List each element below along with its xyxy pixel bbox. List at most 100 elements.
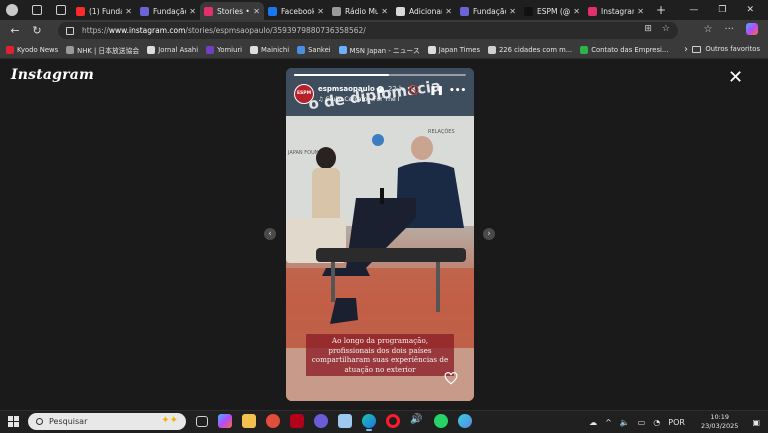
notepad-icon[interactable] [338, 414, 352, 428]
story-music[interactable]: ♫ Giulio Cercato · For The I [318, 96, 402, 103]
bookmark-favicon-icon [338, 45, 347, 54]
tab-title: Facebook [281, 6, 315, 16]
wifi-icon[interactable]: ◔ [653, 418, 660, 427]
previous-story-icon[interactable]: ‹ [264, 228, 276, 240]
tab-close-icon[interactable]: ✕ [637, 7, 644, 16]
tab-close-icon[interactable]: ✕ [573, 7, 580, 16]
like-heart-icon[interactable] [444, 372, 458, 385]
bookmark-label: 226 cidades com m... [498, 45, 573, 54]
tab-close-icon[interactable]: ✕ [445, 7, 452, 16]
favorite-star-icon[interactable]: ☆ [662, 24, 670, 34]
volume-app-icon[interactable]: 🔊 [410, 414, 424, 428]
bookmark-item[interactable]: Contato das Empresi... [580, 45, 669, 54]
browser-tab[interactable]: Stories • Insta✕ [200, 2, 264, 20]
maximize-icon[interactable]: ❐ [718, 5, 726, 15]
tab-actions-icon[interactable] [56, 5, 66, 15]
tab-list: (1) Fundação✕Fundação✕Stories • Insta✕Fa… [72, 0, 648, 20]
close-story-icon[interactable]: ✕ [728, 69, 743, 87]
new-tab-icon[interactable]: + [656, 3, 666, 17]
window-close-icon[interactable]: ✕ [746, 5, 754, 15]
bookmark-item[interactable]: Sankei [297, 45, 331, 54]
copilot-app-icon[interactable] [218, 414, 232, 428]
speaker-icon[interactable]: 🔈 [620, 418, 630, 427]
favorites-icon[interactable]: ☆ [703, 24, 712, 35]
bookmark-label: MSN Japan - ニュース [349, 46, 420, 55]
mute-icon[interactable]: 🔇 [408, 86, 419, 96]
app-available-icon[interactable]: ⊞ [644, 24, 652, 34]
tray-overflow-icon[interactable]: ^ [605, 418, 612, 427]
bookmark-item[interactable]: Mainichi [250, 45, 289, 54]
bookmark-item[interactable]: Kyodo News [6, 45, 58, 54]
story-progress-fill [294, 74, 389, 76]
story-card[interactable]: o de diplomacia RELAÇÕES JAPAN FOUN ESPM… [286, 68, 474, 401]
tab-close-icon[interactable]: ✕ [189, 7, 196, 16]
weather-icon[interactable]: ☁ [589, 418, 597, 427]
bookmark-favicon-icon [6, 45, 14, 54]
bookmark-item[interactable]: 226 cidades com m... [487, 45, 573, 54]
tab-close-icon[interactable]: ✕ [509, 7, 516, 16]
bookmark-label: Contato das Empresi... [591, 45, 669, 54]
tab-close-icon[interactable]: ✕ [317, 7, 324, 16]
profile-icon[interactable] [6, 4, 18, 16]
browser-tab[interactable]: (1) Fundação✕ [72, 2, 136, 20]
bookmark-item[interactable]: Jornal Asahi [147, 45, 198, 54]
browser-tab[interactable]: ESPM (@e✕ [520, 2, 584, 20]
input-language[interactable]: POR [668, 418, 685, 427]
tab-close-icon[interactable]: ✕ [125, 7, 132, 16]
tab-title: ESPM (@e [537, 6, 571, 16]
bookmark-favicon-icon [147, 45, 156, 54]
bookmark-item[interactable]: Yomiuri [206, 45, 242, 54]
verified-badge-icon: ✓ [376, 85, 384, 93]
bookmark-favicon-icon [487, 45, 496, 54]
notifications-icon[interactable]: ▣ [752, 418, 760, 427]
instagram-logo[interactable]: Instagram [11, 67, 94, 83]
tab-title: Instagram [601, 6, 634, 16]
messenger-icon[interactable] [314, 414, 328, 428]
minimize-icon[interactable]: — [689, 5, 698, 15]
task-view-icon[interactable] [196, 415, 208, 427]
browser-tab[interactable]: Facebook ✕ [264, 2, 328, 20]
tab-favicon-icon [76, 6, 85, 16]
file-explorer-icon[interactable] [242, 414, 256, 428]
bookmark-item[interactable]: NHK | 日本放送協会 [66, 45, 139, 55]
pause-icon[interactable]: ❚❚ [429, 86, 444, 96]
app-icon-red[interactable] [266, 414, 280, 428]
copilot-icon[interactable] [746, 23, 758, 35]
bookmark-item[interactable]: Japan Times [427, 45, 480, 54]
bookmark-item[interactable]: MSN Japan - ニュース [338, 45, 420, 55]
taskbar-clock[interactable]: 10:19 23/03/2025 [701, 413, 738, 431]
tab-close-icon[interactable]: ✕ [381, 7, 388, 16]
profile-avatar[interactable]: ESPM [294, 84, 314, 104]
start-icon[interactable] [8, 416, 19, 427]
next-story-icon[interactable]: › [483, 228, 495, 240]
edge-dev-icon[interactable] [458, 414, 472, 428]
tab-favicon-icon [268, 6, 277, 16]
bookmark-favicon-icon [297, 45, 306, 54]
other-favorites[interactable]: Outros favoritos [692, 45, 760, 53]
tab-close-icon[interactable]: ✕ [253, 7, 260, 16]
browser-tab[interactable]: Fundação ✕ [136, 2, 200, 20]
taskbar-search[interactable]: Pesquisar ✦✦ [28, 413, 186, 430]
refresh-icon[interactable]: ↻ [26, 24, 48, 37]
address-bar[interactable]: https://www.instagram.com/stories/espmsa… [58, 22, 678, 39]
bookmark-label: NHK | 日本放送協会 [77, 46, 140, 55]
back-icon[interactable]: ← [4, 24, 26, 37]
browser-tab[interactable]: Adicionar ✕ [392, 2, 456, 20]
whatsapp-icon[interactable] [434, 414, 448, 428]
workspaces-icon[interactable] [32, 5, 42, 15]
battery-icon[interactable]: ▭ [638, 418, 646, 427]
bookmarks-overflow-icon[interactable]: › [684, 44, 688, 55]
opera-icon[interactable] [386, 414, 400, 428]
browser-tab[interactable]: Instagram✕ [584, 2, 648, 20]
tab-favicon-icon [204, 6, 213, 16]
edge-browser-icon[interactable] [362, 414, 376, 431]
news-app-icon[interactable] [290, 414, 304, 428]
story-options-icon[interactable]: ••• [449, 86, 466, 96]
story-username[interactable]: espmsaopaulo [318, 85, 375, 93]
bookmark-favicon-icon [66, 45, 75, 54]
browser-tab[interactable]: Fundação ✕ [456, 2, 520, 20]
browser-tab[interactable]: Rádio Mu ✕ [328, 2, 392, 20]
lock-icon[interactable] [66, 26, 74, 35]
bookmark-favicon-icon [250, 45, 259, 54]
more-menu-icon[interactable]: ··· [724, 24, 734, 35]
